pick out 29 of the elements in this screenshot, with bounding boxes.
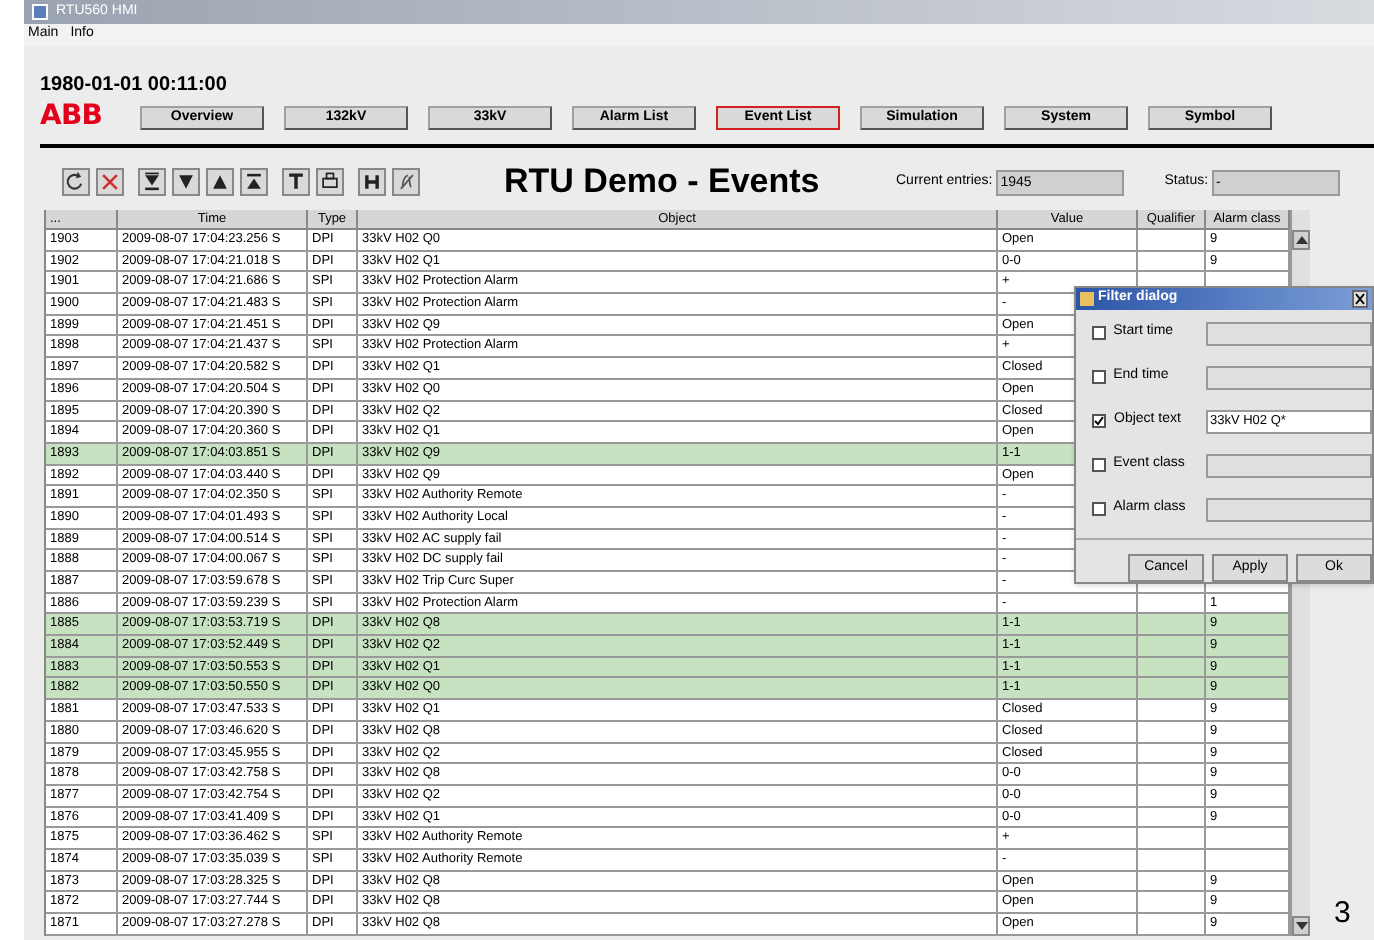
- text-field[interactable]: [1205, 321, 1372, 345]
- checkbox[interactable]: [1092, 502, 1106, 516]
- checkbox[interactable]: [1092, 414, 1106, 428]
- scroll-down-button[interactable]: [1292, 915, 1310, 936]
- toolbar-button[interactable]: [172, 168, 200, 196]
- text-field[interactable]: [1205, 365, 1372, 389]
- toolbar-button[interactable]: [62, 168, 90, 196]
- refresh-icon: [64, 168, 88, 196]
- text-field[interactable]: [1205, 453, 1372, 477]
- checkbox[interactable]: [1092, 458, 1106, 472]
- text-field[interactable]: [1205, 497, 1372, 521]
- figure-number: 3: [1334, 894, 1351, 934]
- date-time: 1980-01-01 00:11:00: [40, 74, 229, 98]
- checkbox[interactable]: [1092, 370, 1106, 384]
- toolbar-button[interactable]: [358, 168, 386, 196]
- toolbar-button[interactable]: [138, 168, 166, 196]
- app-icon: [1080, 291, 1094, 306]
- close-button[interactable]: [1352, 289, 1368, 308]
- scroll-up-button[interactable]: [1292, 230, 1310, 250]
- logo: ABB: [40, 104, 105, 130]
- toolbar-button[interactable]: [316, 168, 344, 196]
- checkbox[interactable]: [1092, 326, 1106, 340]
- toolbar-button[interactable]: [392, 168, 420, 196]
- last-icon: [140, 168, 164, 196]
- app-icon: [32, 4, 48, 20]
- page-title: RTU Demo - Events: [504, 160, 822, 205]
- toolbar-button[interactable]: [240, 168, 268, 196]
- toolbar-button[interactable]: [206, 168, 234, 196]
- toolbar-button[interactable]: [282, 168, 310, 196]
